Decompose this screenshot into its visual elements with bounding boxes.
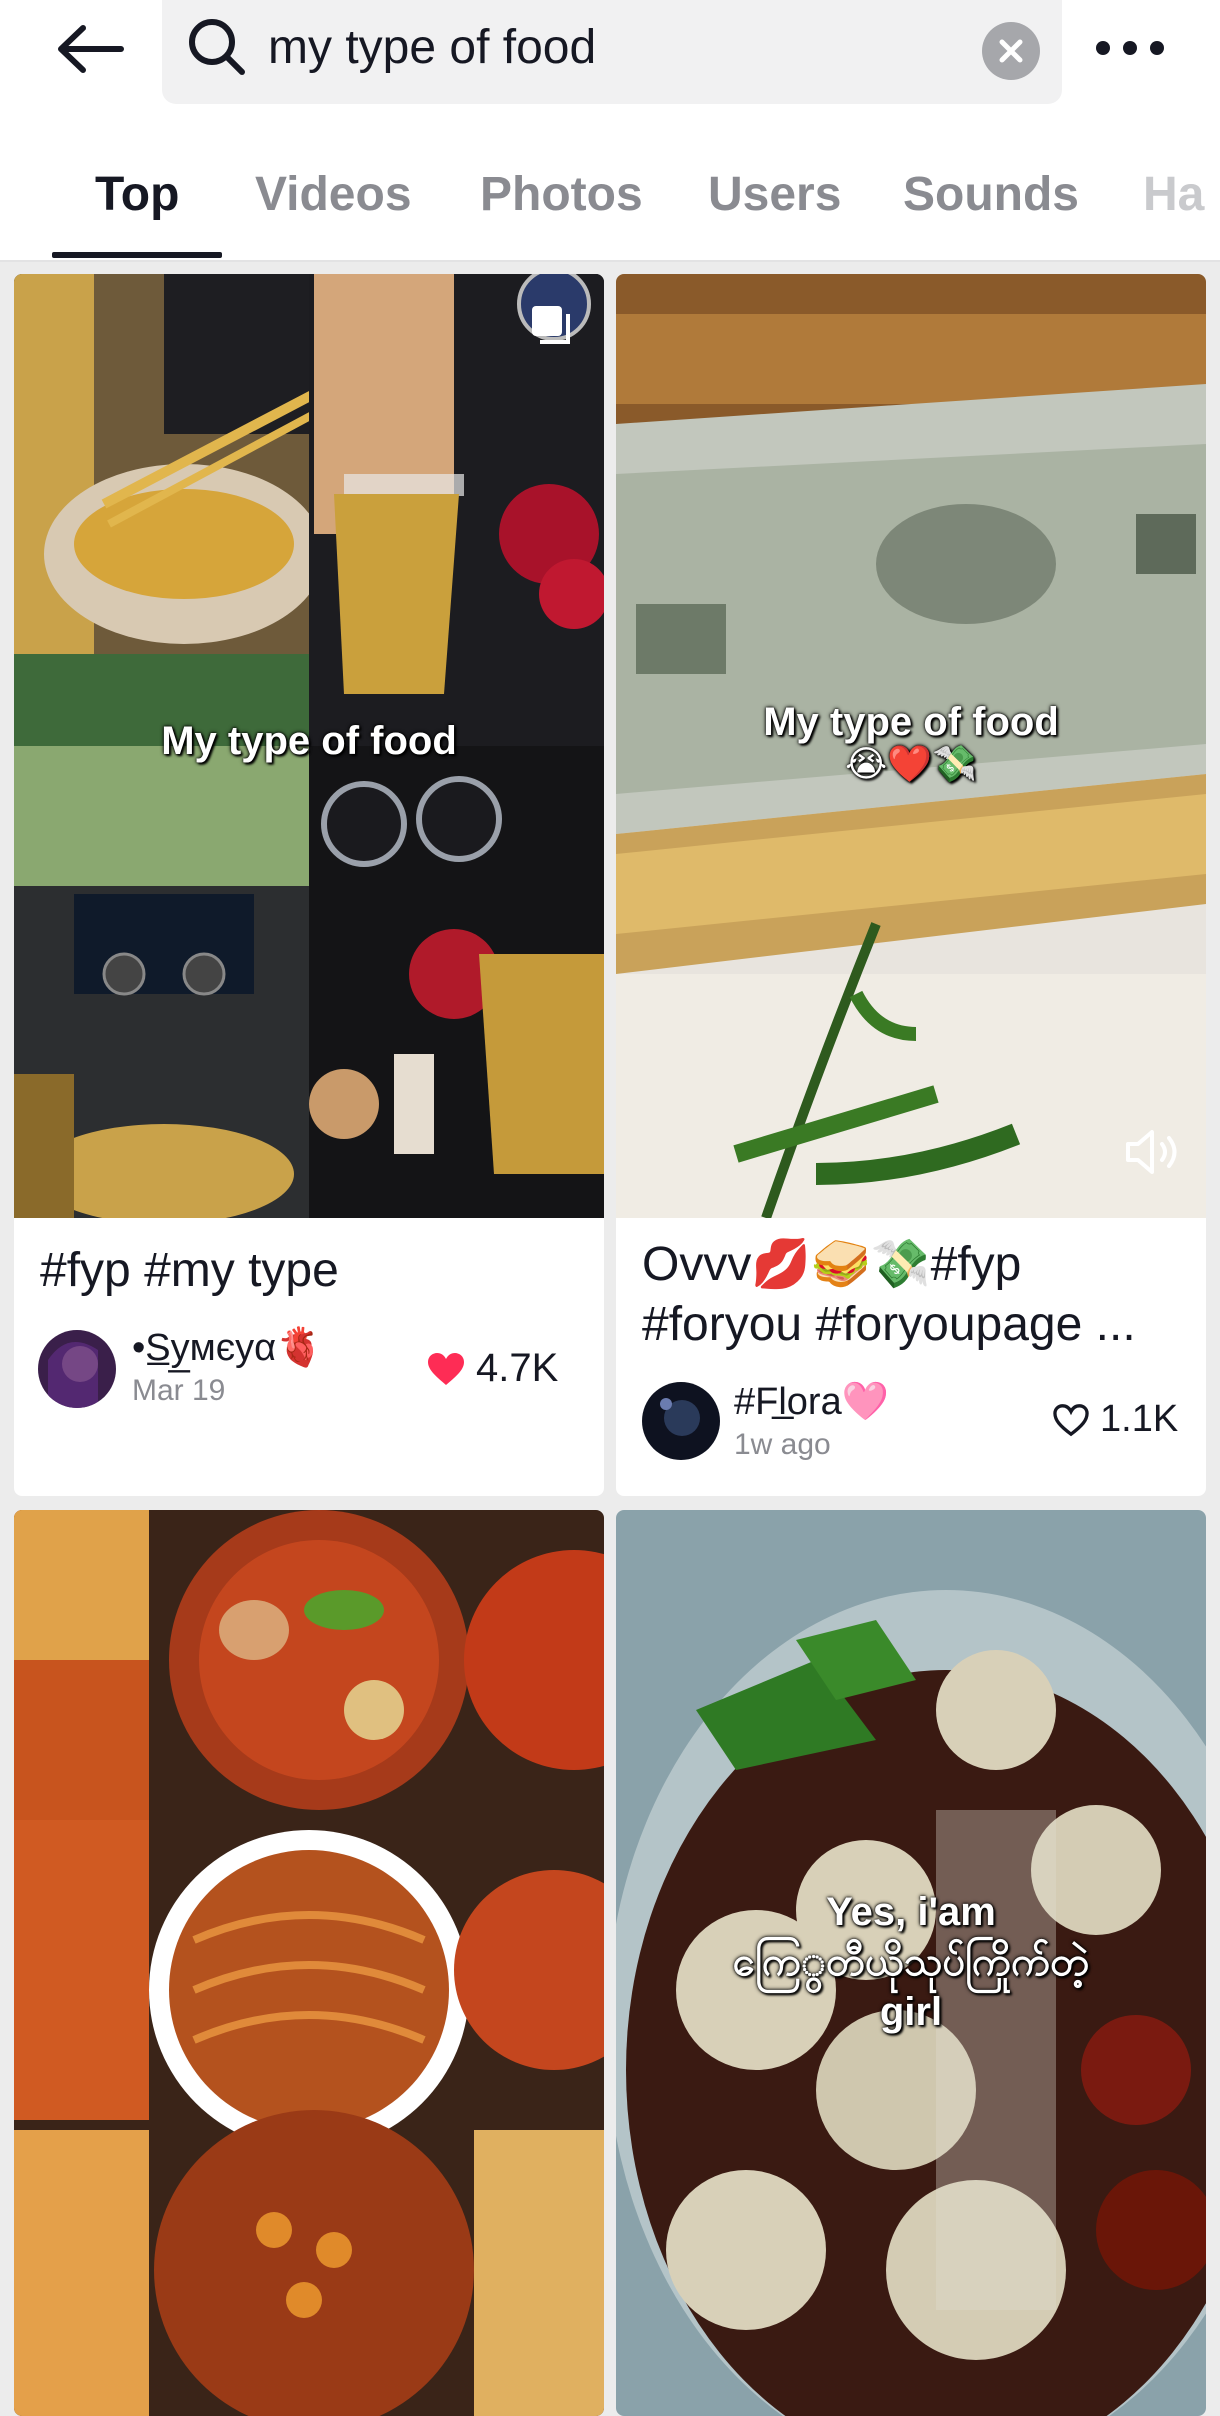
result-card[interactable] — [14, 1510, 604, 2416]
video-thumbnail[interactable]: My type of food — [14, 274, 604, 1218]
tab-videos[interactable]: Videos — [255, 160, 412, 230]
tab-users[interactable]: Users — [708, 160, 841, 230]
heart-filled-icon — [428, 1352, 464, 1385]
video-title-line2: #foryou #foryoupage ... — [642, 1298, 1136, 1351]
dot-icon — [1123, 41, 1137, 55]
overlay-emoji: 😭❤️💸 — [845, 743, 977, 784]
like-count: 1.1K — [1052, 1398, 1178, 1441]
video-thumbnail[interactable]: Yes, i'am ကြေွတီယိုသုပ်ကြိုက်တဲ့ girl — [616, 1510, 1206, 2416]
like-count-value: 1.1K — [1100, 1398, 1179, 1440]
like-count-value: 4.7K — [476, 1346, 559, 1390]
search-results-page: my type of food Top Videos Photos Users … — [0, 0, 1220, 2416]
arrow-left-icon — [58, 25, 124, 73]
video-title: Ovvv💋🥪💸#fyp — [642, 1238, 1022, 1291]
result-card[interactable]: Yes, i'am ကြေွတီယိုသုပ်ကြိုက်တဲ့ girl — [616, 1510, 1206, 2416]
like-count: 4.7K — [426, 1346, 558, 1391]
video-thumbnail[interactable] — [14, 1510, 604, 2416]
post-date: Mar 19 — [132, 1374, 226, 1407]
overlay-caption: My type of food — [763, 700, 1059, 744]
avatar[interactable] — [642, 1382, 720, 1460]
close-icon — [999, 39, 1023, 63]
username[interactable]: •S̲y̲мєуα🫀 — [132, 1326, 323, 1370]
photo-carousel-icon — [532, 306, 570, 344]
clear-search-button[interactable] — [982, 22, 1040, 80]
video-title: #fyp #my type — [40, 1244, 339, 1297]
tab-top[interactable]: Top — [95, 160, 179, 230]
result-card[interactable]: My type of food #fyp #my type •S̲y̲мєуα🫀… — [14, 274, 604, 1496]
thumbnail-image — [14, 1510, 604, 2416]
search-input[interactable]: my type of food — [268, 20, 596, 76]
tab-sounds[interactable]: Sounds — [903, 160, 1079, 230]
overlay-caption-line3: girl — [879, 1990, 943, 2034]
search-tabs: Top Videos Photos Users Sounds Ha — [0, 160, 1220, 230]
tab-hashtags[interactable]: Ha — [1143, 160, 1204, 230]
video-thumbnail[interactable]: My type of food 😭❤️💸 — [616, 274, 1206, 1218]
overlay-caption-line2: ကြေွတီယိုသုပ်ကြိုက်တဲ့ — [732, 1939, 1090, 1985]
dot-icon — [1150, 41, 1164, 55]
back-button[interactable] — [50, 14, 130, 84]
avatar[interactable] — [38, 1330, 116, 1408]
tab-photos[interactable]: Photos — [480, 160, 643, 230]
heart-outline-icon — [1053, 1403, 1089, 1436]
search-icon — [189, 19, 245, 75]
speaker-icon[interactable] — [1122, 1120, 1186, 1184]
overlay-caption-line1: Yes, i'am — [826, 1890, 996, 1934]
search-bar[interactable]: my type of food — [162, 0, 1062, 104]
result-card[interactable]: My type of food 😭❤️💸 Ovvv💋🥪💸#fyp #foryou… — [616, 274, 1206, 1496]
more-options-button[interactable] — [1090, 18, 1170, 78]
search-header: my type of food Top Videos Photos Users … — [0, 0, 1220, 262]
active-tab-indicator — [52, 252, 222, 258]
post-date: 1w ago — [734, 1428, 831, 1461]
username[interactable]: #Fl̲ora🩷 — [734, 1380, 889, 1424]
overlay-caption: My type of food — [161, 719, 457, 763]
dot-icon — [1096, 41, 1110, 55]
